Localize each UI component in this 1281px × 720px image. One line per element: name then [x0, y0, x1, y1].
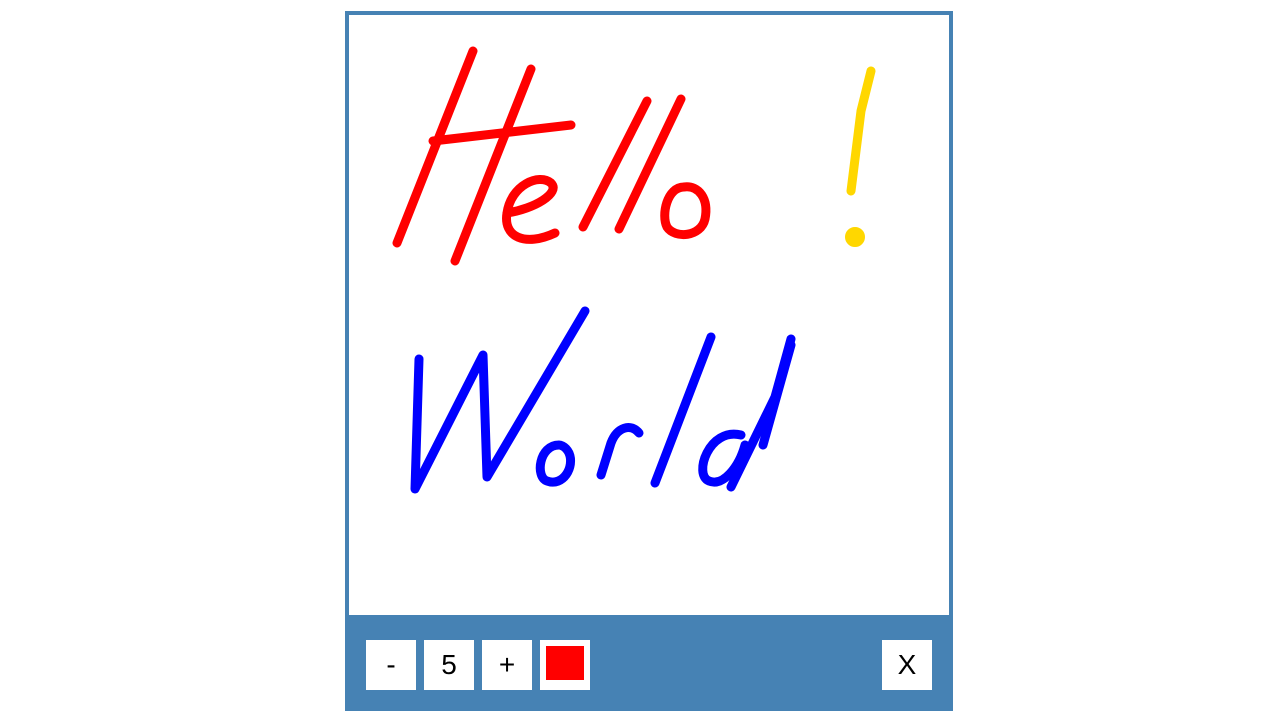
paint-app-window: - 5 + X	[345, 11, 953, 711]
stroke-exclamation	[845, 66, 876, 247]
current-color-swatch	[546, 646, 584, 680]
brush-size-display: 5	[424, 640, 474, 690]
decrease-brush-size-button[interactable]: -	[366, 640, 416, 690]
increase-brush-size-button[interactable]: +	[482, 640, 532, 690]
drawing-canvas[interactable]	[349, 15, 949, 615]
stroke-world	[410, 306, 796, 494]
toolbar: - 5 + X	[345, 615, 953, 711]
stroke-hello	[392, 46, 711, 266]
color-picker-button[interactable]	[540, 640, 590, 690]
drawing-surface[interactable]	[349, 15, 949, 615]
close-button[interactable]: X	[882, 640, 932, 690]
